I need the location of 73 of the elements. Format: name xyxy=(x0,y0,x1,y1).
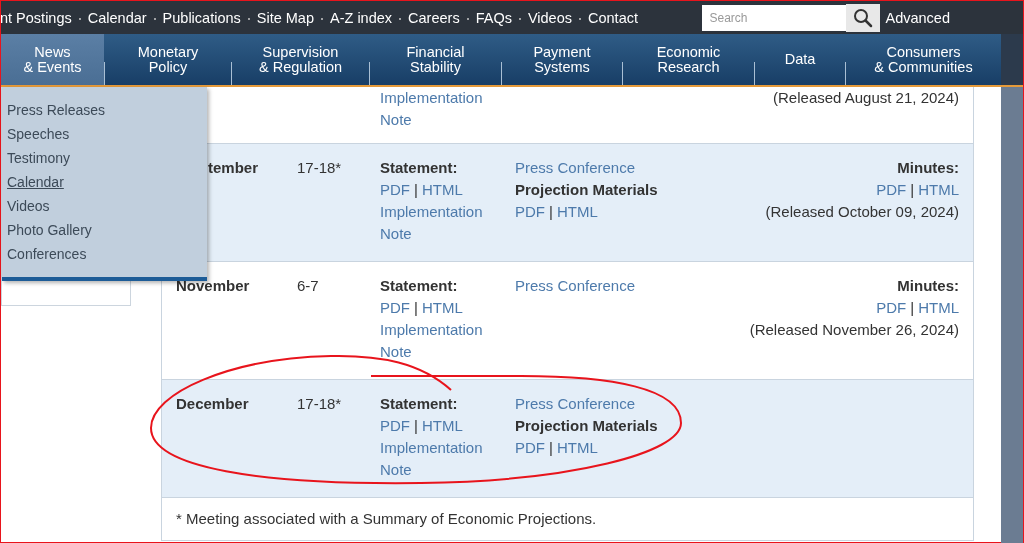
menu-item[interactable]: Testimony xyxy=(7,146,71,170)
search-button[interactable] xyxy=(845,3,880,32)
utility-link[interactable]: Publications xyxy=(162,9,241,26)
search-field[interactable]: Search xyxy=(701,4,846,31)
menu-item[interactable]: Videos xyxy=(7,194,50,218)
meeting-dates: 6-7 xyxy=(297,277,319,294)
utility-link[interactable]: Calendar xyxy=(87,9,147,26)
utility-link[interactable]: Site Map xyxy=(256,9,314,26)
document-link[interactable]: PDF xyxy=(515,439,545,456)
statement-label: Statement: xyxy=(380,394,459,414)
implementation-note-link[interactable]: Implementation Note xyxy=(380,87,515,131)
nav-tab[interactable]: Data xyxy=(754,34,845,85)
document-link[interactable]: PDF xyxy=(380,299,410,316)
link-separator: | xyxy=(549,203,553,220)
document-link[interactable]: PDF xyxy=(380,417,410,434)
statement-label: Statement: xyxy=(380,158,459,178)
utility-link[interactable]: Contact xyxy=(588,9,638,26)
advanced-search-link[interactable]: Advanced xyxy=(885,9,950,26)
document-link[interactable]: HTML xyxy=(918,181,959,198)
press-conference-link[interactable]: Press Conference xyxy=(515,159,636,176)
projection-materials-label: Projection Materials xyxy=(515,180,659,200)
search-icon xyxy=(852,7,873,28)
month-label: tember xyxy=(208,159,259,176)
implementation-note-link[interactable]: Implementation Note xyxy=(380,319,515,363)
utility-link[interactable]: FAQs xyxy=(475,9,512,26)
release-date: (Released November 26, 2024) xyxy=(749,320,959,340)
utility-link[interactable]: A-Z index xyxy=(330,9,393,26)
nav-tab[interactable]: Economic Research xyxy=(622,34,754,85)
implementation-note-link[interactable]: Implementation Note xyxy=(380,201,515,245)
minutes-label: Minutes: xyxy=(896,276,959,296)
document-link[interactable]: PDF xyxy=(380,181,410,198)
document-link[interactable]: HTML xyxy=(421,299,463,316)
utility-link[interactable]: Videos xyxy=(527,9,572,26)
press-conference-link[interactable]: Press Conference xyxy=(515,395,636,412)
menu-item[interactable]: Calendar xyxy=(7,170,64,194)
link-separator: | xyxy=(549,439,553,456)
link-separator: | xyxy=(414,299,418,316)
link-separator: | xyxy=(414,181,418,198)
utility-link[interactable]: Careers xyxy=(408,9,460,26)
month-label: December xyxy=(176,395,249,412)
statement-label: Statement: xyxy=(380,276,459,296)
document-link[interactable]: HTML xyxy=(421,181,463,198)
document-link[interactable]: HTML xyxy=(918,299,959,316)
utility-link[interactable]: nt Postings xyxy=(0,9,72,26)
header-panel xyxy=(1001,34,1023,85)
document-link[interactable]: HTML xyxy=(556,203,598,220)
release-date: (Released October 09, 2024) xyxy=(765,202,959,222)
press-conference-link[interactable]: Press Conference xyxy=(515,277,636,294)
menu-item[interactable]: Press Releases xyxy=(7,98,106,122)
nav-tab[interactable]: Financial Stability xyxy=(369,34,501,85)
menu-item[interactable]: Photo Gallery xyxy=(7,218,92,242)
implementation-note-link[interactable]: Implementation Note xyxy=(380,437,515,481)
minutes-label: Minutes: xyxy=(896,158,959,178)
menu-item[interactable]: Conferences xyxy=(7,242,87,266)
footnote: * Meeting associated with a Summary of Economic Projections. xyxy=(176,509,597,529)
release-date: (Released August 21, 2024) xyxy=(773,88,959,108)
menu-item[interactable]: Speeches xyxy=(7,122,70,146)
link-separator: | xyxy=(414,417,418,434)
nav-tab[interactable]: Payment Systems xyxy=(501,34,622,85)
document-link[interactable]: HTML xyxy=(421,417,463,434)
meeting-dates: 17-18* xyxy=(297,159,342,176)
nav-tab[interactable]: Supervision & Regulation xyxy=(231,34,369,85)
projection-materials-label: Projection Materials xyxy=(515,416,659,436)
nav-tab[interactable]: News & Events xyxy=(1,34,104,85)
document-link[interactable]: PDF xyxy=(876,299,907,316)
document-link[interactable]: HTML xyxy=(556,439,598,456)
nav-tab[interactable]: Monetary Policy xyxy=(104,34,231,85)
document-link[interactable]: PDF xyxy=(515,203,545,220)
document-link[interactable]: PDF xyxy=(876,181,907,198)
meeting-dates: 17-18* xyxy=(297,395,342,412)
link-separator: | xyxy=(910,299,915,316)
link-separator: | xyxy=(910,181,915,198)
month-label: November xyxy=(176,277,250,294)
